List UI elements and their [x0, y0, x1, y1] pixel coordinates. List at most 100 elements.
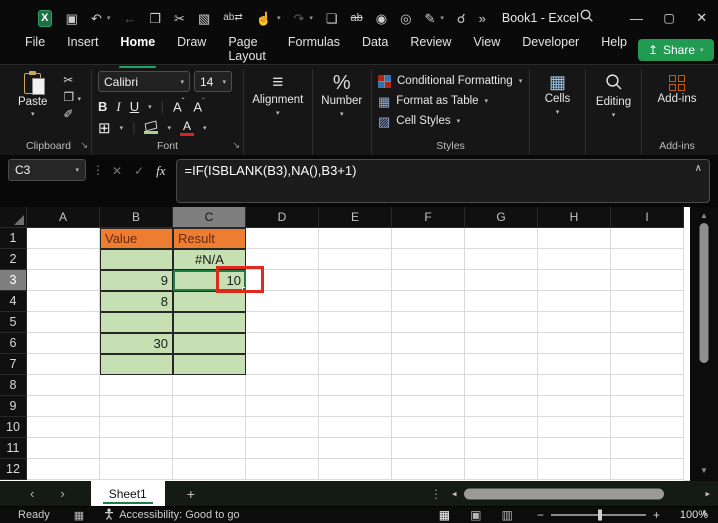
- picture-edit-icon[interactable]: ▧: [198, 12, 210, 25]
- accessibility-status[interactable]: Accessibility: Good to go: [104, 508, 240, 523]
- cell-F8[interactable]: [392, 375, 465, 396]
- font-name-select[interactable]: Calibri ▾: [98, 71, 190, 92]
- camera-icon[interactable]: ◉: [376, 12, 387, 25]
- cell-G9[interactable]: [465, 396, 538, 417]
- tab-data[interactable]: Data: [351, 30, 399, 70]
- macro-record-icon[interactable]: ▦: [74, 509, 84, 522]
- row-header-3[interactable]: 3: [0, 270, 27, 291]
- prev-sheet-icon[interactable]: ‹: [30, 486, 34, 501]
- cell-B11[interactable]: [100, 438, 173, 459]
- cell-E1[interactable]: [319, 228, 392, 249]
- person-search-icon[interactable]: ☌: [457, 12, 466, 25]
- enter-icon[interactable]: ✓: [134, 164, 144, 178]
- cell-G4[interactable]: [465, 291, 538, 312]
- zoom-slider[interactable]: [550, 509, 646, 521]
- scroll-down-icon[interactable]: ▼: [700, 466, 708, 475]
- cell-A7[interactable]: [27, 354, 100, 375]
- cell-A5[interactable]: [27, 312, 100, 333]
- cell-D6[interactable]: [246, 333, 319, 354]
- new-file-icon[interactable]: ❏: [326, 12, 338, 25]
- tab-draw[interactable]: Draw: [166, 30, 217, 70]
- tab-options-icon[interactable]: ⋮: [430, 487, 442, 501]
- cell-G8[interactable]: [465, 375, 538, 396]
- cell-E9[interactable]: [319, 396, 392, 417]
- column-header-I[interactable]: I: [611, 207, 684, 228]
- cell-G3[interactable]: [465, 270, 538, 291]
- page-break-view-icon[interactable]: ▥: [501, 509, 512, 521]
- strikethrough-icon[interactable]: ab: [351, 12, 363, 24]
- cell-A11[interactable]: [27, 438, 100, 459]
- cell-F11[interactable]: [392, 438, 465, 459]
- cell-B5[interactable]: [100, 312, 173, 333]
- excel-logo-icon[interactable]: X: [38, 9, 52, 27]
- vertical-scroll-thumb[interactable]: [699, 223, 709, 363]
- cell-E7[interactable]: [319, 354, 392, 375]
- cell-E6[interactable]: [319, 333, 392, 354]
- normal-view-icon[interactable]: ▦: [439, 509, 450, 521]
- cell-E8[interactable]: [319, 375, 392, 396]
- cell-D7[interactable]: [246, 354, 319, 375]
- copy-icon[interactable]: ❐ ▾: [63, 91, 81, 103]
- cell-F1[interactable]: [392, 228, 465, 249]
- cell-A2[interactable]: [27, 249, 100, 270]
- cell-I3[interactable]: [611, 270, 684, 291]
- column-header-B[interactable]: B: [100, 207, 173, 228]
- cell-D9[interactable]: [246, 396, 319, 417]
- collapse-formula-bar-icon[interactable]: ∧: [695, 163, 702, 174]
- cell-A12[interactable]: [27, 459, 100, 480]
- number-group[interactable]: % Number ▾: [313, 69, 372, 155]
- cell-D10[interactable]: [246, 417, 319, 438]
- row-header-12[interactable]: 12: [0, 459, 27, 480]
- dropdown-chevron-icon[interactable]: ▾: [440, 14, 444, 22]
- cell-I4[interactable]: [611, 291, 684, 312]
- replace-icon[interactable]: ab⇄: [223, 13, 243, 23]
- cell-E4[interactable]: [319, 291, 392, 312]
- document-inspect-icon[interactable]: ◎: [400, 12, 411, 25]
- cell-H3[interactable]: [538, 270, 611, 291]
- cell-styles-button[interactable]: ▨ Cell Styles ▾: [378, 111, 523, 131]
- cell-E10[interactable]: [319, 417, 392, 438]
- cell-H4[interactable]: [538, 291, 611, 312]
- cell-H5[interactable]: [538, 312, 611, 333]
- cell-I5[interactable]: [611, 312, 684, 333]
- row-header-11[interactable]: 11: [0, 438, 27, 459]
- row-header-10[interactable]: 10: [0, 417, 27, 438]
- scroll-left-icon[interactable]: ◂: [452, 488, 457, 499]
- cell-E2[interactable]: [319, 249, 392, 270]
- cell-F4[interactable]: [392, 291, 465, 312]
- cell-B4[interactable]: 8: [100, 291, 173, 312]
- row-header-4[interactable]: 4: [0, 291, 27, 312]
- cell-G1[interactable]: [465, 228, 538, 249]
- paste-button[interactable]: Paste ▾: [12, 71, 53, 120]
- cell-C1[interactable]: Result: [173, 228, 246, 249]
- cell-B2[interactable]: [100, 249, 173, 270]
- copy-icon[interactable]: ❐: [149, 12, 161, 25]
- column-header-A[interactable]: A: [27, 207, 100, 228]
- cell-A1[interactable]: [27, 228, 100, 249]
- fill-color-chevron-icon[interactable]: ▾: [167, 124, 171, 132]
- cell-G6[interactable]: [465, 333, 538, 354]
- back-arrow-icon[interactable]: ←: [123, 12, 136, 25]
- cell-C8[interactable]: [173, 375, 246, 396]
- cell-H7[interactable]: [538, 354, 611, 375]
- bold-button[interactable]: B: [98, 99, 107, 114]
- cell-G10[interactable]: [465, 417, 538, 438]
- cell-B10[interactable]: [100, 417, 173, 438]
- cell-D5[interactable]: [246, 312, 319, 333]
- cell-C12[interactable]: [173, 459, 246, 480]
- formula-input[interactable]: [175, 159, 710, 203]
- cell-H10[interactable]: [538, 417, 611, 438]
- zoom-out-icon[interactable]: −: [537, 508, 544, 522]
- cell-I6[interactable]: [611, 333, 684, 354]
- vertical-scrollbar[interactable]: ▲ ▼: [690, 207, 718, 481]
- close-button[interactable]: ✕: [685, 0, 718, 36]
- touch-mode-icon[interactable]: ☝: [256, 12, 272, 25]
- column-header-H[interactable]: H: [538, 207, 611, 228]
- cut-icon[interactable]: ✂: [63, 74, 81, 86]
- cell-C11[interactable]: [173, 438, 246, 459]
- more-commands-icon[interactable]: »: [479, 12, 486, 25]
- format-painter-icon[interactable]: ✐: [63, 108, 81, 120]
- cell-F6[interactable]: [392, 333, 465, 354]
- row-header-2[interactable]: 2: [0, 249, 27, 270]
- row-header-1[interactable]: 1: [0, 228, 27, 249]
